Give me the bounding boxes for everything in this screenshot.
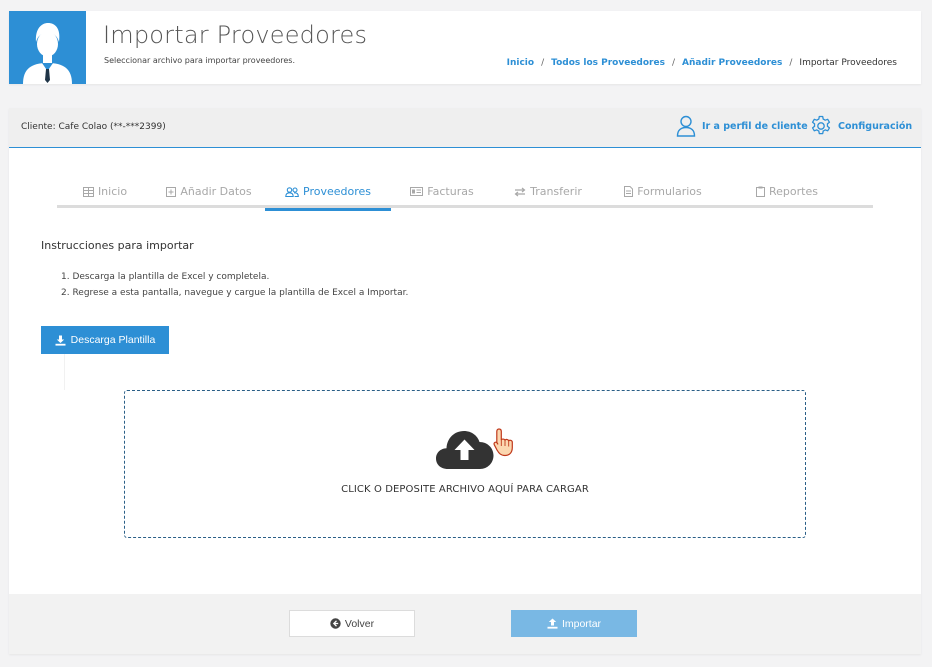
- arrow-circle-left-icon: [330, 618, 341, 629]
- tab-formularios[interactable]: Formularios: [603, 175, 723, 208]
- tab-label: Reportes: [769, 185, 818, 198]
- breadcrumb-separator: /: [789, 58, 793, 68]
- client-profile-link[interactable]: Ir a perfil de cliente: [676, 115, 808, 137]
- breadcrumb-link-todos-proveedores[interactable]: Todos los Proveedores: [551, 58, 665, 68]
- tab-facturas[interactable]: Facturas: [391, 175, 493, 208]
- back-button[interactable]: Volver: [289, 610, 415, 637]
- tab-transferir[interactable]: Transferir: [493, 175, 603, 208]
- download-template-button[interactable]: Descarga Plantilla: [41, 326, 169, 354]
- import-button[interactable]: Importar: [511, 610, 637, 637]
- breadcrumb-link-anadir-proveedores[interactable]: Añadir Proveedores: [682, 58, 782, 68]
- client-bar: Cliente: Cafe Colao (**-***2399) Ir a pe…: [9, 108, 921, 148]
- clipboard-icon: [756, 186, 766, 197]
- page-subtitle: Seleccionar archivo para importar provee…: [104, 56, 295, 65]
- tab-label: Transferir: [530, 185, 582, 198]
- module-tabs: Inicio Añadir Datos Proveedores Facturas…: [57, 175, 873, 211]
- configuration-link[interactable]: Configuración: [810, 115, 912, 137]
- dropzone-text: CLICK O DEPOSITE ARCHIVO AQUÍ PARA CARGA…: [341, 484, 589, 495]
- instructions-list: 1. Descarga la plantilla de Excel y comp…: [61, 269, 408, 301]
- page-title: Importar Proveedores: [103, 21, 368, 49]
- tab-label: Facturas: [427, 185, 474, 198]
- file-icon: [624, 186, 634, 197]
- instruction-step: 2. Regrese a esta pantalla, navegue y ca…: [61, 288, 409, 298]
- user-avatar-icon: [9, 11, 86, 84]
- client-profile-label: Ir a perfil de cliente: [702, 120, 808, 132]
- breadcrumb-link-inicio[interactable]: Inicio: [507, 58, 534, 68]
- download-template-label: Descarga Plantilla: [70, 334, 156, 346]
- upload-icon: [547, 618, 558, 629]
- tab-reportes[interactable]: Reportes: [723, 175, 851, 208]
- divider: [64, 354, 65, 390]
- cloud-upload-icon: [436, 431, 494, 469]
- tab-label: Proveedores: [303, 185, 371, 198]
- tab-anadir-datos[interactable]: Añadir Datos: [153, 175, 265, 208]
- id-card-icon: [410, 187, 424, 196]
- tab-label: Inicio: [97, 185, 128, 198]
- page-header: Importar Proveedores Seleccionar archivo…: [9, 11, 921, 84]
- download-icon: [55, 335, 66, 346]
- exchange-icon: [514, 187, 526, 196]
- instructions-title: Instrucciones para importar: [41, 239, 194, 252]
- users-icon: [285, 186, 299, 197]
- import-panel: Cliente: Cafe Colao (**-***2399) Ir a pe…: [9, 108, 921, 654]
- back-label: Volver: [344, 617, 375, 630]
- hand-pointer-icon: [493, 428, 513, 457]
- client-label: Cliente: Cafe Colao (**-***2399): [21, 122, 166, 132]
- breadcrumb: Inicio / Todos los Proveedores / Añadir …: [507, 58, 897, 68]
- tab-inicio[interactable]: Inicio: [57, 175, 153, 208]
- import-label: Importar: [561, 617, 602, 630]
- tab-label: Formularios: [637, 185, 702, 198]
- file-dropzone[interactable]: CLICK O DEPOSITE ARCHIVO AQUÍ PARA CARGA…: [124, 390, 806, 538]
- breadcrumb-separator: /: [541, 58, 545, 68]
- tab-label: Añadir Datos: [180, 185, 252, 198]
- instruction-step: 1. Descarga la plantilla de Excel y comp…: [61, 272, 270, 282]
- table-icon: [82, 186, 94, 197]
- action-footer: Volver Importar: [9, 594, 921, 654]
- breadcrumb-separator: /: [671, 58, 675, 68]
- configuration-label: Configuración: [838, 120, 913, 132]
- breadcrumb-current: Importar Proveedores: [799, 58, 897, 68]
- plus-square-icon: [166, 186, 177, 197]
- tab-proveedores[interactable]: Proveedores: [265, 175, 391, 211]
- gear-icon: [811, 115, 831, 135]
- user-outline-icon: [676, 115, 696, 137]
